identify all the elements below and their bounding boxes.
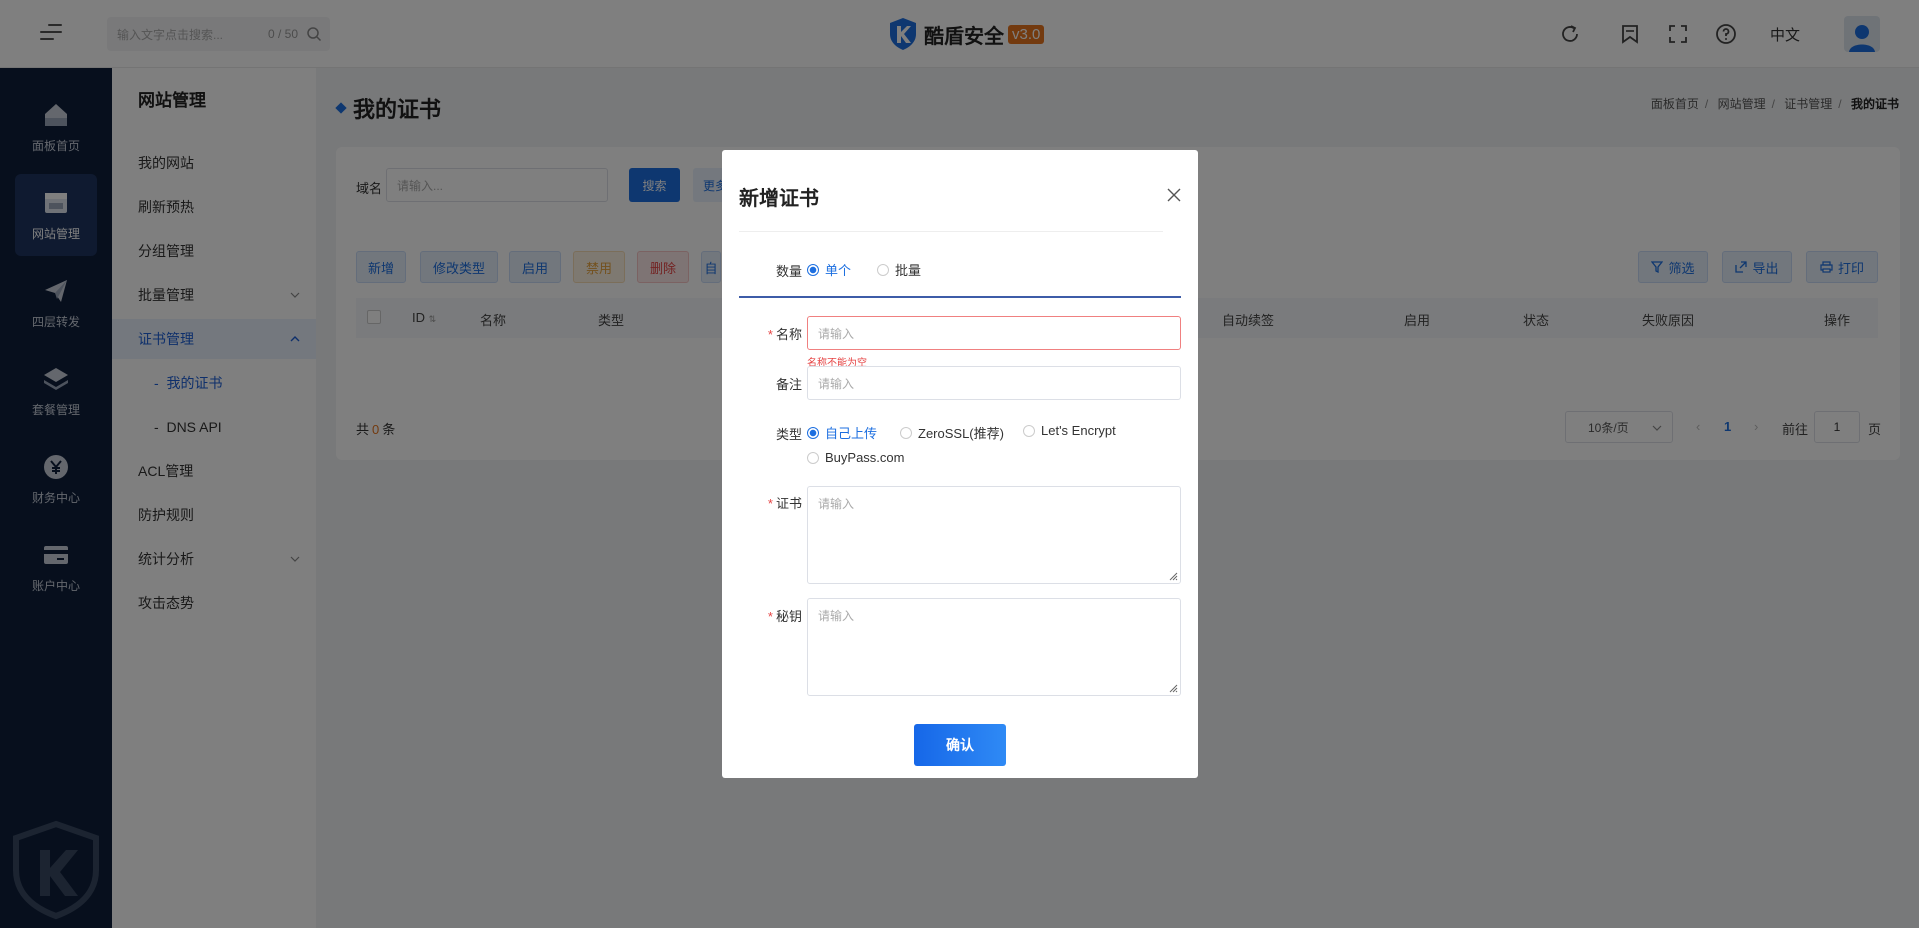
- radio-circle: [807, 451, 819, 464]
- certificate-placeholder: 请输入: [818, 497, 855, 511]
- dialog-title: 新增证书: [739, 188, 819, 210]
- quantity-radio-single[interactable]: 单个: [807, 260, 851, 279]
- confirm-button[interactable]: 确认: [914, 724, 1006, 766]
- dialog-divider: [739, 231, 1163, 232]
- radio-label: 自己上传: [825, 426, 878, 441]
- radio-circle: [1023, 424, 1035, 437]
- certificate-label-text: 证书: [775, 496, 802, 511]
- type-radio-zerossl[interactable]: ZeroSSL(推荐): [900, 423, 1004, 442]
- radio-circle: [807, 263, 819, 276]
- radio-circle: [900, 426, 912, 439]
- type-label: 类型: [775, 427, 802, 442]
- required-asterisk: *: [767, 609, 773, 624]
- radio-label: ZeroSSL(推荐): [918, 426, 1004, 441]
- key-placeholder: 请输入: [818, 609, 855, 623]
- remark-label: 备注: [775, 377, 802, 392]
- radio-label: Let's Encrypt: [1041, 423, 1116, 438]
- key-label-text: 秘钥: [775, 609, 802, 624]
- close-icon[interactable]: [1166, 187, 1182, 203]
- radio-circle: [877, 263, 889, 276]
- radio-label: 批量: [895, 263, 922, 278]
- quantity-radio-batch[interactable]: 批量: [877, 260, 921, 279]
- type-radio-self-upload[interactable]: 自己上传: [807, 423, 877, 442]
- radio-label: BuyPass.com: [825, 450, 905, 465]
- key-textarea[interactable]: 请输入: [807, 598, 1181, 696]
- section-underline: [739, 296, 1181, 298]
- resize-handle-icon[interactable]: [1168, 571, 1178, 581]
- remark-input[interactable]: 请输入: [807, 366, 1181, 400]
- name-label-text: 名称: [775, 327, 802, 342]
- resize-handle-icon[interactable]: [1168, 683, 1178, 693]
- required-asterisk: *: [767, 496, 773, 511]
- quantity-label: 数量: [775, 264, 802, 279]
- radio-circle: [807, 426, 819, 439]
- certificate-textarea[interactable]: 请输入: [807, 486, 1181, 584]
- add-certificate-dialog: 新增证书 数量 单个 批量 * 名称 请输入 名称不能为空 备注 请输入 类型 自…: [722, 150, 1198, 778]
- certificate-label: * 证书: [742, 493, 802, 512]
- radio-label: 单个: [825, 263, 852, 278]
- type-radio-buypass[interactable]: BuyPass.com: [807, 450, 904, 465]
- required-asterisk: *: [767, 327, 773, 342]
- name-label: * 名称: [742, 324, 802, 343]
- type-radio-letsencrypt[interactable]: Let's Encrypt: [1023, 423, 1116, 438]
- name-input[interactable]: 请输入: [807, 316, 1181, 350]
- key-label: * 秘钥: [742, 606, 802, 625]
